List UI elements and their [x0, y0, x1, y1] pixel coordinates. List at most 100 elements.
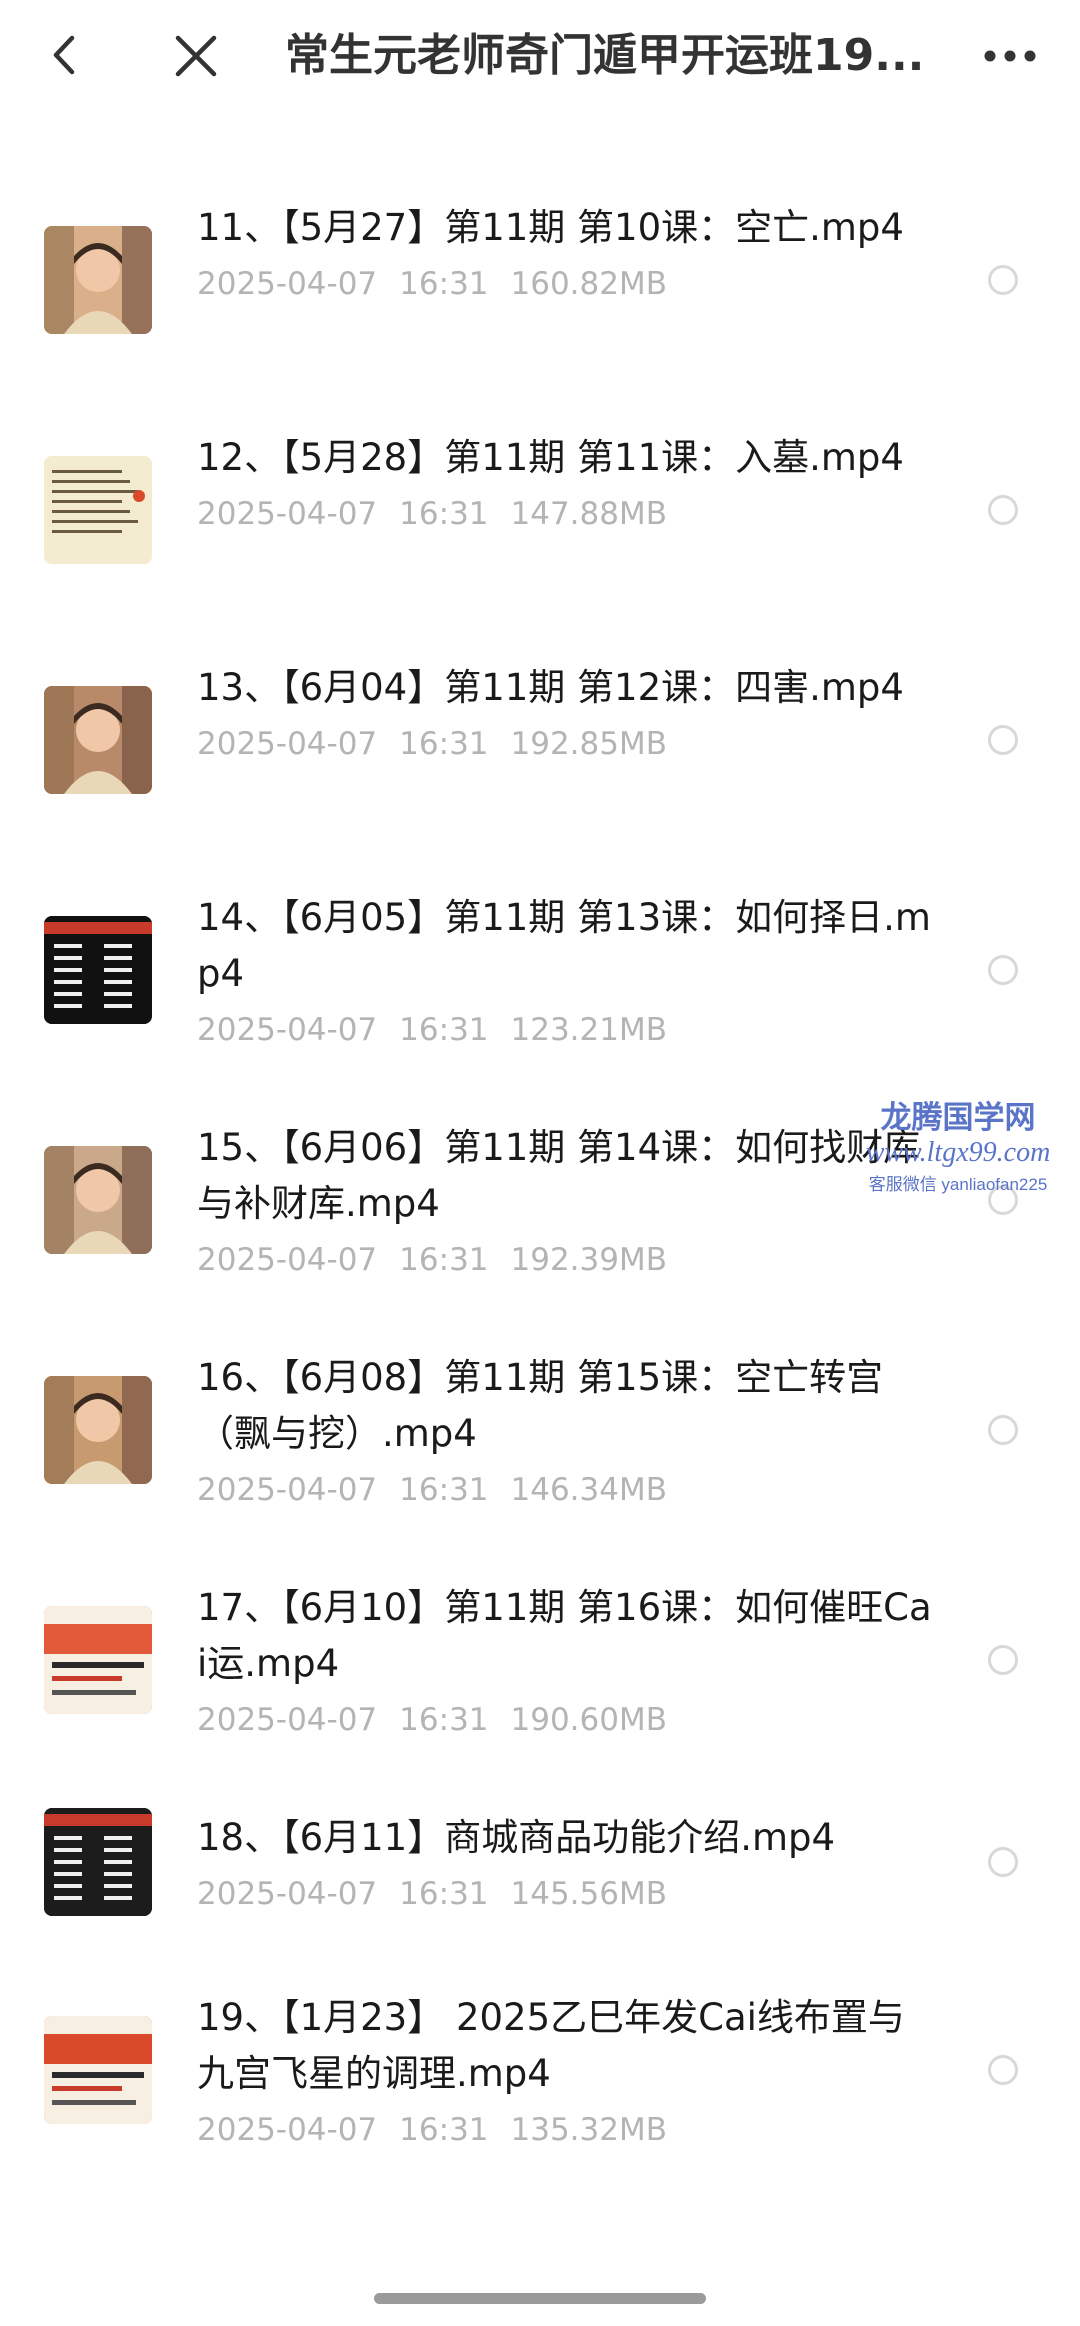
video-person-icon — [44, 226, 152, 334]
file-info: 14、【6月05】第11期 第13课：如何择日.mp4 2025-04-07 16:… — [197, 890, 937, 1050]
select-radio[interactable] — [988, 725, 1018, 755]
file-date: 2025-04-07 — [197, 1472, 378, 1508]
video-thumbnail — [44, 456, 152, 564]
file-meta: 2025-04-07 16:31 190.60MB — [197, 1700, 937, 1740]
file-meta: 2025-04-07 16:31 145.56MB — [197, 1874, 937, 1914]
file-meta: 2025-04-07 16:31 146.34MB — [197, 1470, 937, 1510]
file-name: 12、【5月28】第11期 第11课：入墓.mp4 — [197, 436, 904, 479]
file-date: 2025-04-07 — [197, 1012, 378, 1048]
file-time: 16:31 — [399, 266, 489, 302]
slide-icon — [44, 916, 152, 1024]
file-name: 17、【6月10】第11期 第16课：如何催旺Cai运.mp4 — [197, 1586, 932, 1685]
file-time: 16:31 — [399, 1702, 489, 1738]
file-meta: 2025-04-07 16:31 192.85MB — [197, 724, 937, 764]
video-person-icon — [44, 1376, 152, 1484]
file-size: 192.39MB — [510, 1242, 667, 1278]
video-thumbnail — [44, 2016, 152, 2124]
file-time: 16:31 — [399, 2112, 489, 2148]
file-row[interactable]: 17、【6月10】第11期 第16课：如何催旺Cai运.mp4 2025-04-0… — [0, 1560, 1080, 1770]
select-radio[interactable] — [988, 1415, 1018, 1445]
slide-icon — [44, 456, 152, 564]
file-name: 13、【6月04】第11期 第12课：四害.mp4 — [197, 666, 904, 709]
file-time: 16:31 — [399, 1876, 489, 1912]
file-meta: 2025-04-07 16:31 160.82MB — [197, 264, 937, 304]
file-date: 2025-04-07 — [197, 1702, 378, 1738]
select-radio[interactable] — [988, 955, 1018, 985]
file-info: 12、【5月28】第11期 第11课：入墓.mp4 2025-04-07 16:31… — [197, 430, 937, 534]
select-radio[interactable] — [988, 1847, 1018, 1877]
file-row[interactable]: 16、【6月08】第11期 第15课：空亡转宫（飘与挖）.mp4 2025-04-… — [0, 1330, 1080, 1540]
watermark-contact: 客服微信 yanliaofan225 — [868, 1175, 1048, 1194]
file-size: 145.56MB — [510, 1876, 667, 1912]
file-row[interactable]: 13、【6月04】第11期 第12课：四害.mp4 2025-04-07 16:31… — [0, 640, 1080, 850]
file-size: 147.88MB — [510, 496, 667, 532]
file-date: 2025-04-07 — [197, 1242, 378, 1278]
file-name: 16、【6月08】第11期 第15课：空亡转宫（飘与挖）.mp4 — [197, 1356, 884, 1455]
file-info: 16、【6月08】第11期 第15课：空亡转宫（飘与挖）.mp4 2025-04-… — [197, 1350, 937, 1510]
video-thumbnail — [44, 1808, 152, 1916]
back-button[interactable] — [42, 30, 92, 80]
file-meta: 2025-04-07 16:31 192.39MB — [197, 1240, 937, 1280]
file-name: 19、【1月23】 2025乙巳年发Cai线布置与九宫飞星的调理.mp4 — [197, 1996, 905, 2095]
watermark-title: 龙腾国学网 — [880, 1100, 1036, 1135]
file-name: 11、【5月27】第11期 第10课：空亡.mp4 — [197, 206, 904, 249]
watermark-url: www.ltgx99.com — [865, 1137, 1051, 1168]
select-radio[interactable] — [988, 1645, 1018, 1675]
file-row[interactable]: 11、【5月27】第11期 第10课：空亡.mp4 2025-04-07 16:31… — [0, 180, 1080, 390]
top-bar: 常生元老师奇门遁甲开运班19... — [0, 0, 1080, 115]
file-time: 16:31 — [399, 496, 489, 532]
file-name: 18、【6月11】商城商品功能介绍.mp4 — [197, 1816, 836, 1859]
file-info: 13、【6月04】第11期 第12课：四害.mp4 2025-04-07 16:31… — [197, 660, 937, 764]
file-meta: 2025-04-07 16:31 147.88MB — [197, 494, 937, 534]
file-info: 18、【6月11】商城商品功能介绍.mp4 2025-04-07 16:31 145.… — [197, 1810, 937, 1914]
file-size: 192.85MB — [510, 726, 667, 762]
more-button[interactable] — [980, 38, 1040, 74]
file-size: 135.32MB — [510, 2112, 667, 2148]
file-size: 160.82MB — [510, 266, 667, 302]
file-info: 19、【1月23】 2025乙巳年发Cai线布置与九宫飞星的调理.mp4 2025… — [197, 1990, 937, 2150]
file-date: 2025-04-07 — [197, 726, 378, 762]
close-icon — [175, 35, 217, 77]
file-name: 14、【6月05】第11期 第13课：如何择日.mp4 — [197, 896, 931, 995]
watermark: 龙腾国学网 www.ltgx99.com 客服微信 yanliaofan225 — [838, 1100, 1078, 1200]
select-radio[interactable] — [988, 495, 1018, 525]
file-time: 16:31 — [399, 1012, 489, 1048]
file-meta: 2025-04-07 16:31 135.32MB — [197, 2110, 937, 2150]
file-info: 15、【6月06】第11期 第14课：如何找财库与补财库.mp4 2025-04-… — [197, 1120, 937, 1280]
poster-icon — [44, 1606, 152, 1714]
file-name: 15、【6月06】第11期 第14课：如何找财库与补财库.mp4 — [197, 1126, 921, 1225]
video-thumbnail — [44, 686, 152, 794]
file-info: 17、【6月10】第11期 第16课：如何催旺Cai运.mp4 2025-04-0… — [197, 1580, 937, 1740]
file-size: 123.21MB — [510, 1012, 667, 1048]
slide-icon — [44, 1808, 152, 1916]
video-thumbnail — [44, 1376, 152, 1484]
file-size: 190.60MB — [510, 1702, 667, 1738]
select-radio[interactable] — [988, 2055, 1018, 2085]
select-radio[interactable] — [988, 265, 1018, 295]
file-meta: 2025-04-07 16:31 123.21MB — [197, 1010, 937, 1050]
file-time: 16:31 — [399, 1242, 489, 1278]
close-button[interactable] — [170, 30, 222, 82]
file-date: 2025-04-07 — [197, 266, 378, 302]
file-size: 146.34MB — [510, 1472, 667, 1508]
video-person-icon — [44, 686, 152, 794]
more-dots-icon — [984, 50, 1036, 62]
file-info: 11、【5月27】第11期 第10课：空亡.mp4 2025-04-07 16:31… — [197, 200, 937, 304]
file-time: 16:31 — [399, 726, 489, 762]
file-date: 2025-04-07 — [197, 496, 378, 532]
file-row[interactable]: 12、【5月28】第11期 第11课：入墓.mp4 2025-04-07 16:31… — [0, 410, 1080, 620]
file-date: 2025-04-07 — [197, 2112, 378, 2148]
video-thumbnail — [44, 916, 152, 1024]
video-person-icon — [44, 1146, 152, 1254]
file-time: 16:31 — [399, 1472, 489, 1508]
file-row[interactable]: 19、【1月23】 2025乙巳年发Cai线布置与九宫飞星的调理.mp4 2025… — [0, 1970, 1080, 2180]
poster-icon — [44, 2016, 152, 2124]
file-date: 2025-04-07 — [197, 1876, 378, 1912]
video-thumbnail — [44, 1146, 152, 1254]
home-indicator[interactable] — [374, 2293, 706, 2304]
video-thumbnail — [44, 1606, 152, 1714]
file-row[interactable]: 14、【6月05】第11期 第13课：如何择日.mp4 2025-04-07 16:… — [0, 870, 1080, 1080]
chevron-left-icon — [53, 35, 75, 75]
page-title: 常生元老师奇门遁甲开运班19... — [285, 30, 925, 81]
file-row[interactable]: 18、【6月11】商城商品功能介绍.mp4 2025-04-07 16:31 145.… — [0, 1790, 1080, 2000]
